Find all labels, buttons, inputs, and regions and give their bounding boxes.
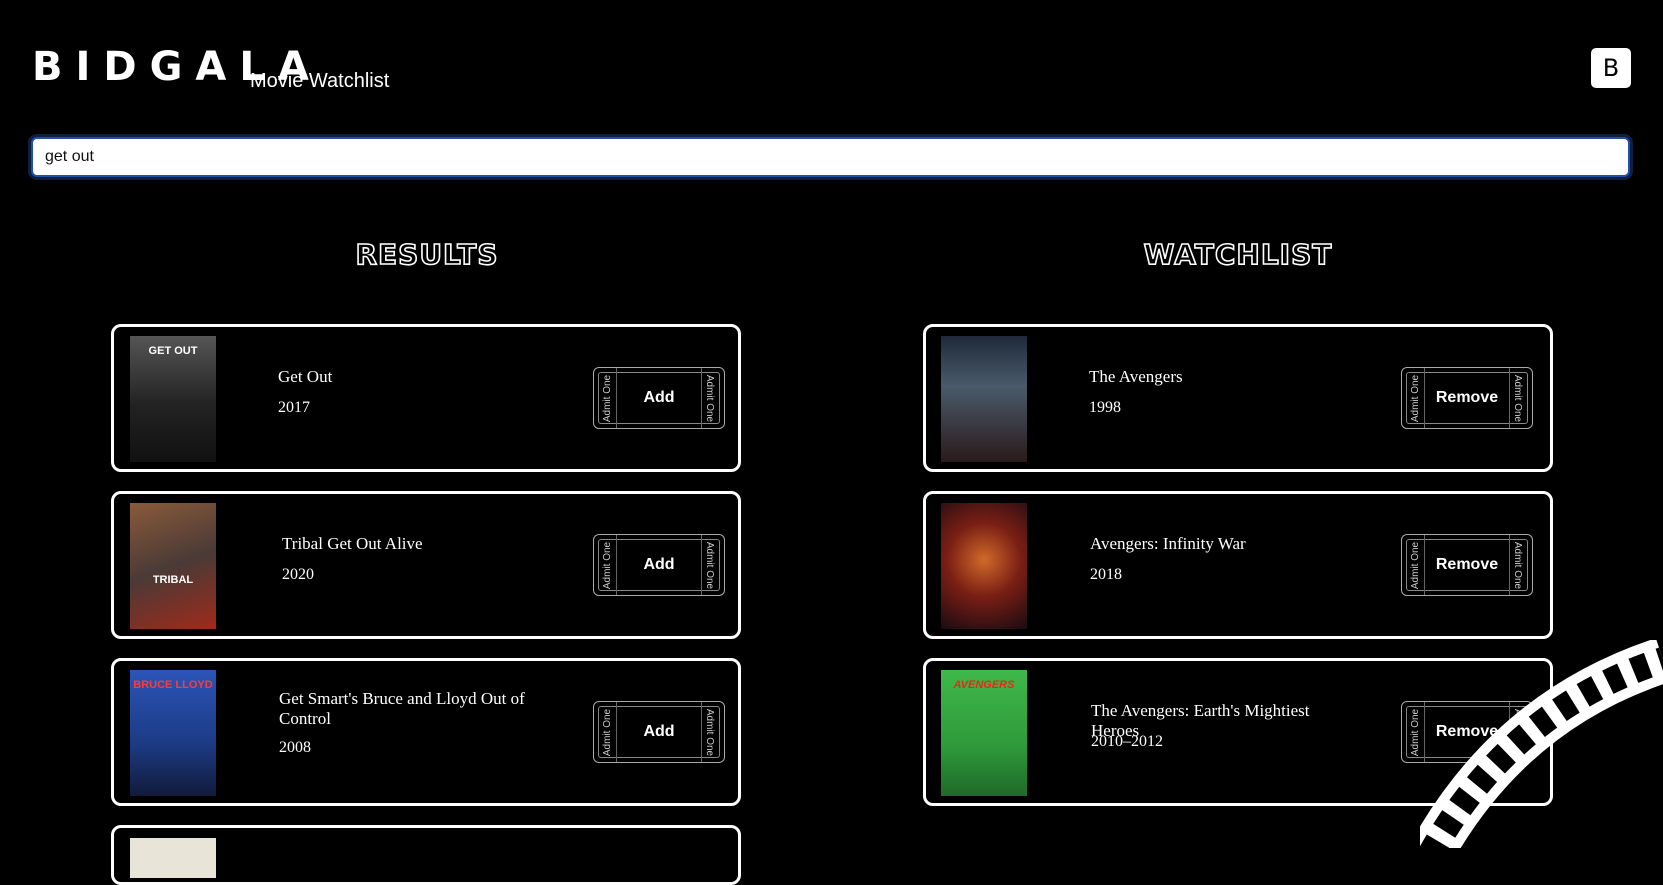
- results-heading: RESULTS: [355, 237, 499, 272]
- movie-title: Avengers: Infinity War: [1090, 534, 1246, 553]
- watchlist-heading: WATCHLIST: [1143, 237, 1333, 272]
- result-card: [111, 825, 741, 885]
- movie-year: 2020: [282, 566, 314, 583]
- movie-year: 2018: [1090, 566, 1122, 583]
- poster-title: TRIBAL: [152, 574, 194, 586]
- movie-year: 2008: [279, 739, 311, 756]
- movie-poster: [941, 503, 1027, 629]
- movie-poster: [130, 838, 216, 878]
- add-button[interactable]: Admit One Add Admit One: [593, 534, 725, 596]
- watchlist-card: The Avengers 1998 Admit One Remove Admit…: [923, 324, 1553, 472]
- watchlist-card: Avengers: Infinity War 2018 Admit One Re…: [923, 491, 1553, 639]
- poster-title: GET OUT: [148, 345, 198, 357]
- movie-poster: BRUCE LLOYD: [130, 670, 216, 796]
- add-button[interactable]: Admit One Add Admit One: [593, 367, 725, 429]
- movie-poster: TRIBAL: [130, 503, 216, 629]
- movie-poster: AVENGERS: [941, 670, 1027, 796]
- add-button-label: Add: [643, 723, 675, 740]
- remove-button[interactable]: Admit One Remove Admit One: [1401, 534, 1533, 596]
- result-card: BRUCE LLOYD Get Smart's Bruce and Lloyd …: [111, 658, 741, 806]
- movie-poster: [941, 336, 1027, 462]
- movie-year: 1998: [1089, 399, 1121, 416]
- ticket-stub-left: Admit One: [600, 535, 617, 595]
- movie-poster: GET OUT: [130, 336, 216, 462]
- ticket-stub-right: Admit One: [701, 535, 718, 595]
- poster-title: BRUCE LLOYD: [133, 679, 213, 691]
- movie-year: 2010–2012: [1091, 733, 1163, 750]
- result-card: GET OUT Get Out 2017 Admit One Add Admit…: [111, 324, 741, 472]
- add-button-label: Add: [643, 389, 675, 406]
- ticket-stub-right: Admit One: [701, 368, 718, 428]
- remove-button[interactable]: Admit One Remove Admit One: [1401, 367, 1533, 429]
- result-card: TRIBAL Tribal Get Out Alive 2020 Admit O…: [111, 491, 741, 639]
- add-button-label: Add: [643, 556, 675, 573]
- movie-title: Get Smart's Bruce and Lloyd Out of Contr…: [279, 689, 525, 728]
- page-subtitle: Movie Watchlist: [250, 70, 390, 92]
- movie-title: The Avengers: [1089, 367, 1183, 386]
- poster-title: AVENGERS: [953, 679, 1015, 691]
- ticket-stub-right: Admit One: [1509, 535, 1526, 595]
- search-input[interactable]: [31, 137, 1630, 177]
- movie-year: 2017: [278, 399, 310, 416]
- ticket-stub-left: Admit One: [1408, 535, 1425, 595]
- ticket-stub-right: Admit One: [1509, 368, 1526, 428]
- movie-title: Tribal Get Out Alive: [282, 534, 423, 553]
- movie-title: Get Out: [278, 367, 333, 386]
- film-strip-decoration: [1420, 640, 1663, 848]
- ticket-stub-left: Admit One: [1408, 368, 1425, 428]
- ticket-stub-left: Admit One: [600, 368, 617, 428]
- user-avatar-button[interactable]: B: [1591, 48, 1631, 88]
- remove-button-label: Remove: [1435, 556, 1499, 573]
- ticket-stub-right: Admit One: [701, 702, 718, 762]
- ticket-stub-left: Admit One: [600, 702, 617, 762]
- add-button[interactable]: Admit One Add Admit One: [593, 701, 725, 763]
- remove-button-label: Remove: [1435, 389, 1499, 406]
